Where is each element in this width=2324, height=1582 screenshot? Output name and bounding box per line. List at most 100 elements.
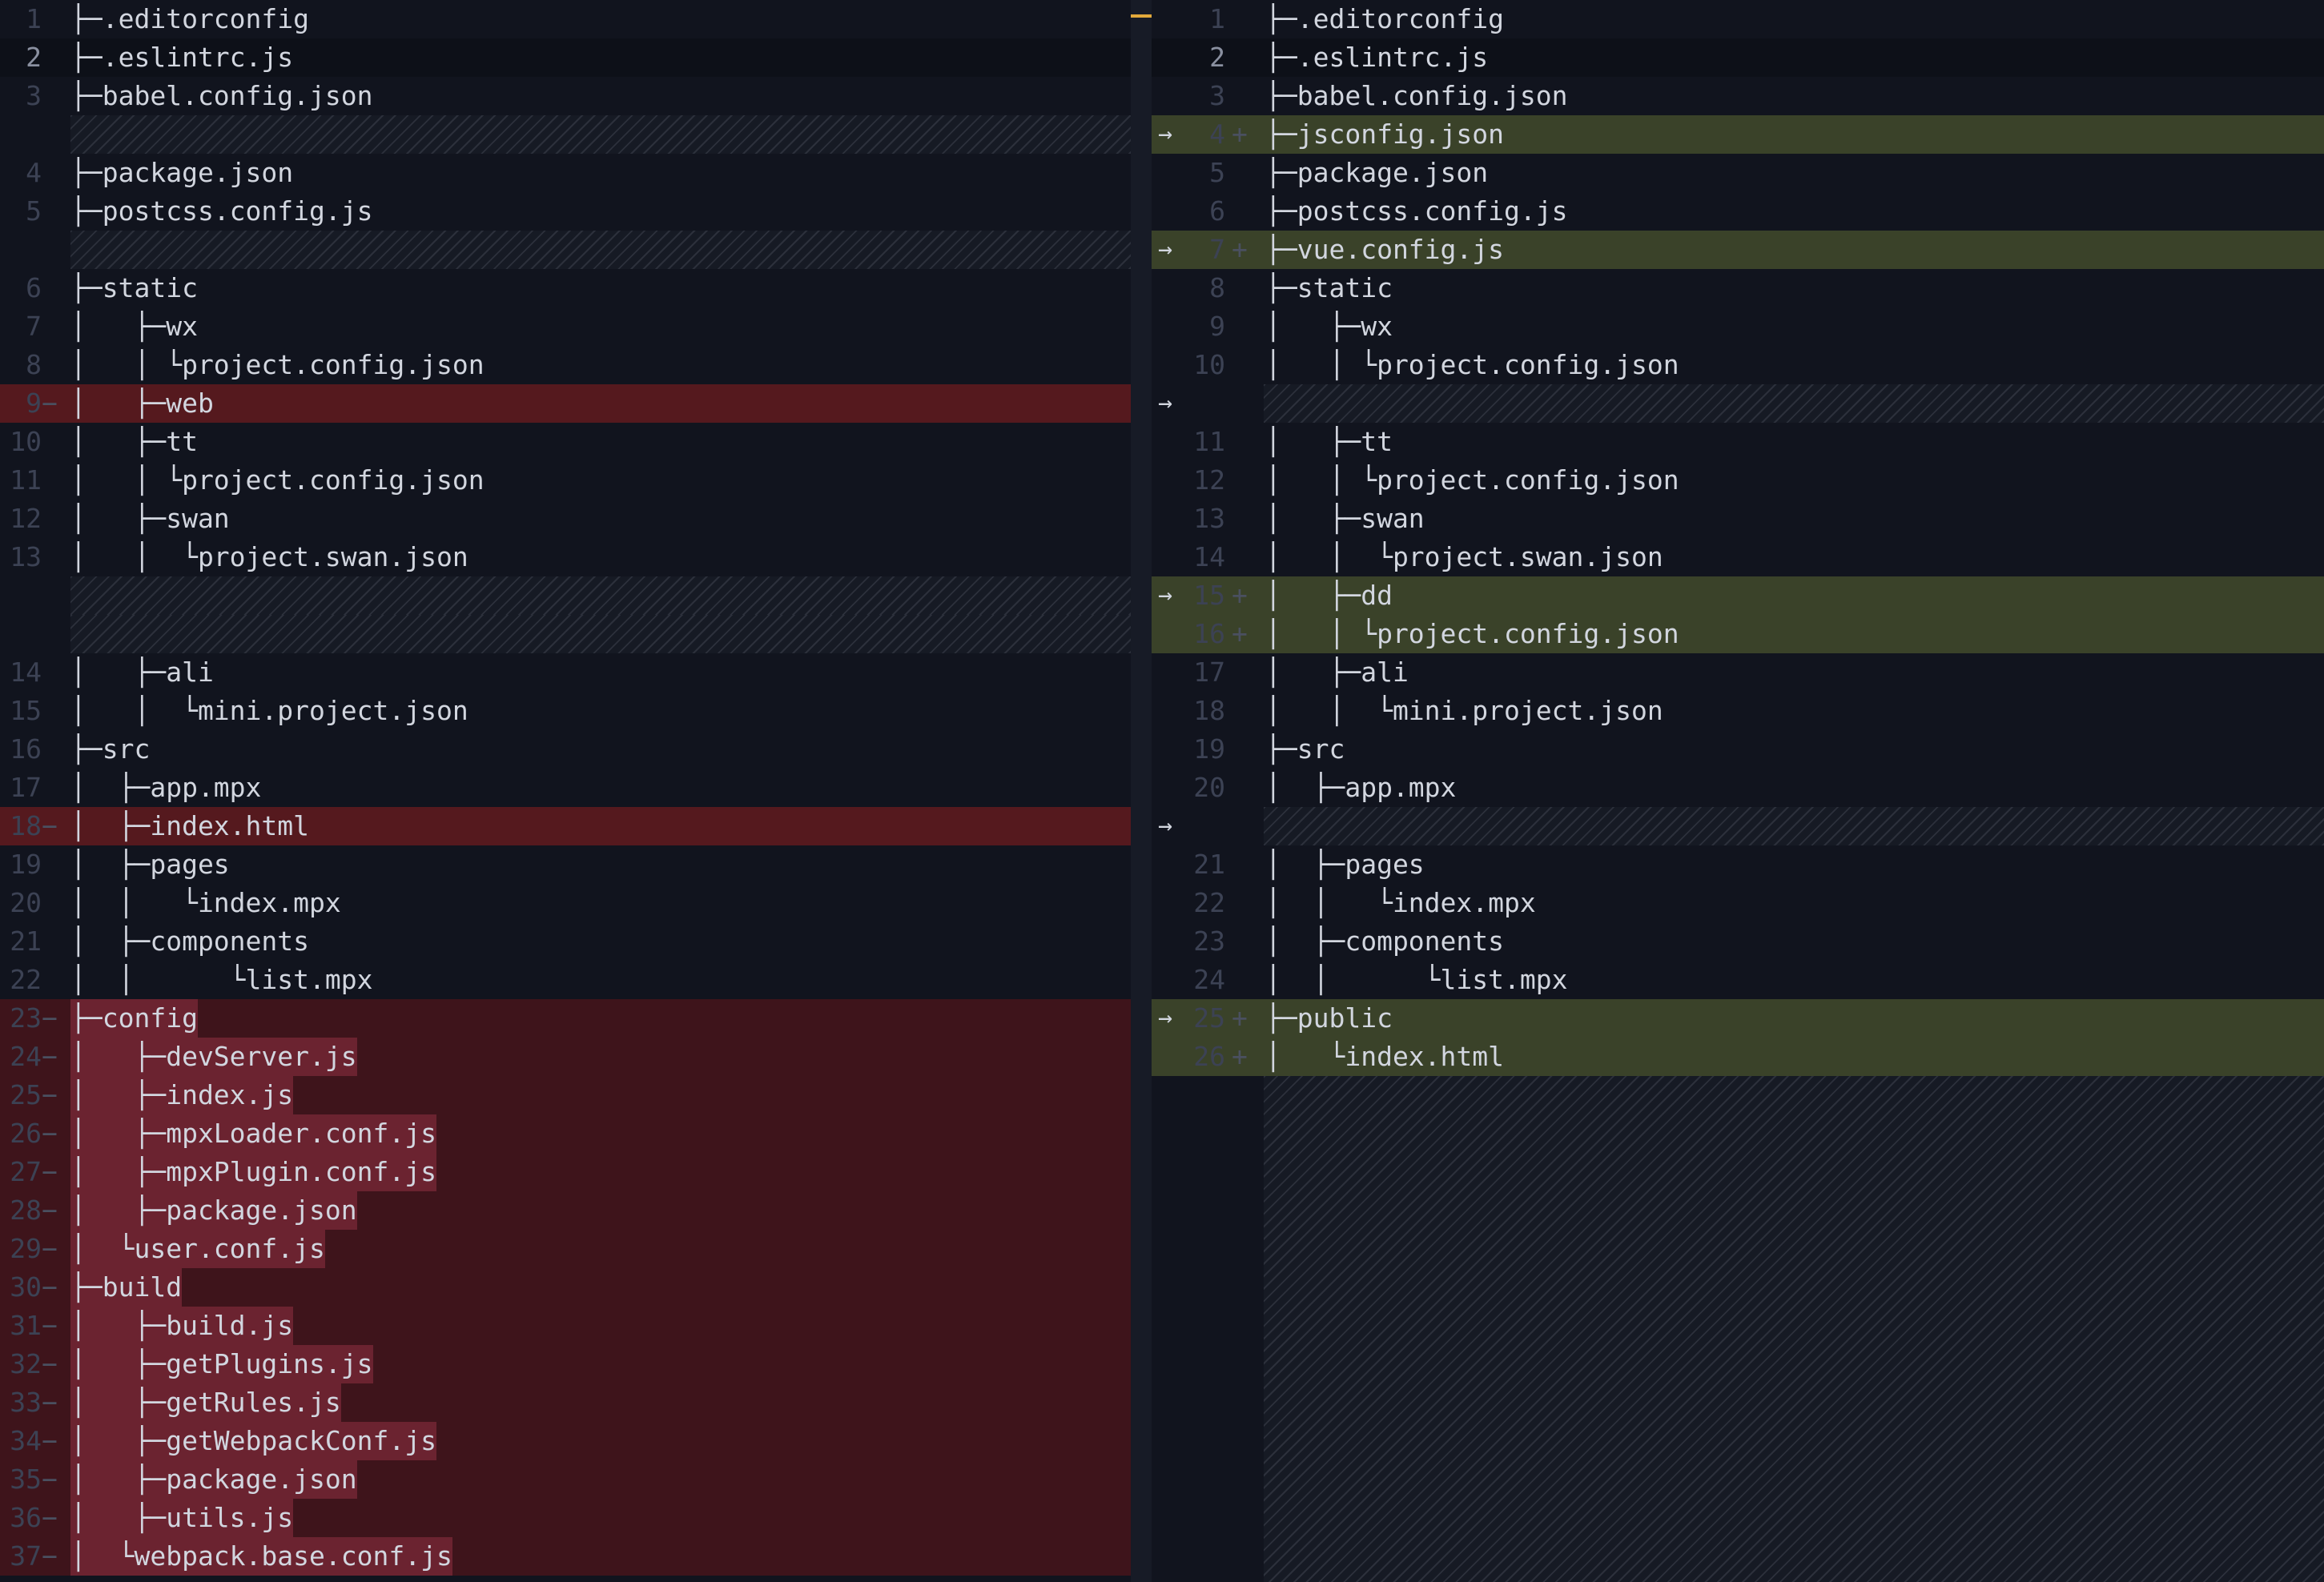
code-text[interactable]: │ ├─web: [70, 384, 214, 423]
code-line[interactable]: 15 │ │ └mini.project.json: [0, 692, 1131, 730]
code-line[interactable]: 14 │ ├─ali: [0, 653, 1131, 692]
revert-arrow-icon[interactable]: →: [1158, 231, 1172, 269]
removed-line[interactable]: 28− │ ├─package.json: [0, 1191, 1131, 1230]
added-line[interactable]: 7 + ├─vue.config.js: [1152, 231, 2324, 269]
removed-line[interactable]: 29− │ └user.conf.js: [0, 1230, 1131, 1268]
code-text[interactable]: │ ├─mpxLoader.conf.js: [70, 1114, 436, 1153]
code-text[interactable]: │ ├─components: [1265, 922, 1504, 961]
code-line[interactable]: 17 │ ├─app.mpx: [0, 769, 1131, 807]
code-text[interactable]: │ ├─wx: [70, 307, 198, 346]
code-line[interactable]: 10 │ │ └project.config.json: [1152, 346, 2324, 384]
code-text[interactable]: │ ├─build.js: [70, 1307, 294, 1345]
code-text[interactable]: │ ├─mpxPlugin.conf.js: [70, 1153, 436, 1191]
removed-line[interactable]: 31− │ ├─build.js: [0, 1307, 1131, 1345]
removed-line[interactable]: 32− │ ├─getPlugins.js: [0, 1345, 1131, 1383]
code-line[interactable]: 1 ├─.editorconfig: [0, 0, 1131, 38]
code-line[interactable]: 6 ├─postcss.config.js: [1152, 192, 2324, 231]
code-line[interactable]: 12 │ │ └project.config.json: [1152, 461, 2324, 500]
code-line[interactable]: 8 ├─static: [1152, 269, 2324, 307]
code-text[interactable]: │ ├─swan: [70, 500, 230, 538]
code-line[interactable]: 4 ├─package.json: [0, 154, 1131, 192]
code-text[interactable]: │ ├─getRules.js: [70, 1383, 341, 1422]
code-text[interactable]: ├─public: [1265, 999, 1393, 1038]
code-text[interactable]: │ │ └project.config.json: [70, 346, 485, 384]
code-text[interactable]: │ │ └mini.project.json: [1265, 692, 1663, 730]
code-text[interactable]: │ ├─index.js: [70, 1076, 294, 1114]
code-text[interactable]: ├─.eslintrc.js: [1265, 38, 1488, 77]
removed-line[interactable]: 34− │ ├─getWebpackConf.js: [0, 1422, 1131, 1460]
code-text[interactable]: ├─static: [1265, 269, 1393, 307]
code-text[interactable]: │ ├─ali: [1265, 653, 1409, 692]
added-line[interactable]: 26 + │ └index.html: [1152, 1038, 2324, 1076]
code-line[interactable]: 12 │ ├─swan: [0, 500, 1131, 538]
code-text[interactable]: │ │ └project.swan.json: [70, 538, 468, 576]
scrollbar-track[interactable]: [1131, 0, 1152, 1582]
code-text[interactable]: │ ├─package.json: [70, 1460, 357, 1499]
code-text[interactable]: │ ├─package.json: [70, 1191, 357, 1230]
code-text[interactable]: │ ├─ali: [70, 653, 214, 692]
code-text[interactable]: ├─src: [1265, 730, 1345, 769]
code-text[interactable]: ├─.editorconfig: [1265, 0, 1504, 38]
code-line[interactable]: 5 ├─postcss.config.js: [0, 192, 1131, 231]
code-line[interactable]: 6 ├─static: [0, 269, 1131, 307]
removed-line[interactable]: 18− │ ├─index.html: [0, 807, 1131, 845]
code-line[interactable]: 16 ├─src: [0, 730, 1131, 769]
code-text[interactable]: ├─src: [70, 730, 150, 769]
code-text[interactable]: │ │ └project.config.json: [1265, 615, 1679, 653]
removed-line[interactable]: 9− │ ├─web: [0, 384, 1131, 423]
code-text[interactable]: │ ├─app.mpx: [70, 769, 261, 807]
code-line[interactable]: 21 │ ├─pages: [1152, 845, 2324, 884]
code-text[interactable]: │ ├─app.mpx: [1265, 769, 1456, 807]
removed-line[interactable]: 30− ├─build: [0, 1268, 1131, 1307]
code-text[interactable]: ├─package.json: [1265, 154, 1488, 192]
code-text[interactable]: │ │ └mini.project.json: [70, 692, 468, 730]
code-text[interactable]: ├─package.json: [70, 154, 293, 192]
code-text[interactable]: │ ├─tt: [70, 423, 198, 461]
removed-line[interactable]: 37− │ └webpack.base.conf.js: [0, 1537, 1131, 1576]
code-line[interactable]: 3 ├─babel.config.json: [1152, 77, 2324, 115]
revert-arrow-button[interactable]: →: [1152, 384, 1200, 423]
code-line[interactable]: 19 │ ├─pages: [0, 845, 1131, 884]
revert-arrow-button[interactable]: →: [1152, 231, 1200, 269]
revert-arrow-icon[interactable]: →: [1158, 384, 1172, 423]
code-line[interactable]: 22 │ │ └list.mpx: [0, 961, 1131, 999]
code-text[interactable]: ├─static: [70, 269, 198, 307]
code-line[interactable]: 9 │ ├─wx: [1152, 307, 2324, 346]
code-text[interactable]: │ │ └project.swan.json: [1265, 538, 1663, 576]
code-text[interactable]: ├─postcss.config.js: [1265, 192, 1568, 231]
code-text[interactable]: │ ├─components: [70, 922, 309, 961]
code-line[interactable]: 23 │ ├─components: [1152, 922, 2324, 961]
code-text[interactable]: ├─config: [70, 999, 198, 1038]
added-line[interactable]: 15 + │ ├─dd: [1152, 576, 2324, 615]
code-line[interactable]: 3 ├─babel.config.json: [0, 77, 1131, 115]
code-text[interactable]: ├─vue.config.js: [1265, 231, 1504, 269]
code-text[interactable]: │ ├─getWebpackConf.js: [70, 1422, 436, 1460]
code-line[interactable]: 20 │ ├─app.mpx: [1152, 769, 2324, 807]
code-text[interactable]: │ ├─utils.js: [70, 1499, 294, 1537]
code-line[interactable]: 14 │ │ └project.swan.json: [1152, 538, 2324, 576]
code-line[interactable]: 18 │ │ └mini.project.json: [1152, 692, 2324, 730]
code-line[interactable]: 11 │ │ └project.config.json: [0, 461, 1131, 500]
revert-arrow-icon[interactable]: →: [1158, 807, 1172, 845]
code-text[interactable]: │ └index.html: [1265, 1038, 1504, 1076]
code-line[interactable]: 11 │ ├─tt: [1152, 423, 2324, 461]
revert-arrow-button[interactable]: →: [1152, 807, 1200, 845]
diff-pane-original[interactable]: 1 ├─.editorconfig 2 ├─.eslintrc.js 3 ├─babel.…: [0, 0, 1152, 1582]
added-line[interactable]: 16 + │ │ └project.config.json: [1152, 615, 2324, 653]
scrollbar-change-marker[interactable]: [1131, 14, 1152, 18]
removed-line[interactable]: 24− │ ├─devServer.js: [0, 1038, 1131, 1076]
code-text[interactable]: ├─postcss.config.js: [70, 192, 373, 231]
removed-line[interactable]: 26− │ ├─mpxLoader.conf.js: [0, 1114, 1131, 1153]
code-text[interactable]: ├─.eslintrc.js: [70, 38, 293, 77]
code-text[interactable]: ├─babel.config.json: [1265, 77, 1568, 115]
revert-arrow-button[interactable]: →: [1152, 115, 1200, 154]
code-line[interactable]: 7 │ ├─wx: [0, 307, 1131, 346]
code-line[interactable]: 10 │ ├─tt: [0, 423, 1131, 461]
code-text[interactable]: │ ├─index.html: [70, 807, 309, 845]
code-line[interactable]: 21 │ ├─components: [0, 922, 1131, 961]
code-text[interactable]: │ ├─tt: [1265, 423, 1393, 461]
code-text[interactable]: ├─.editorconfig: [70, 0, 309, 38]
code-line[interactable]: 2 ├─.eslintrc.js: [1152, 38, 2324, 77]
code-text[interactable]: │ └webpack.base.conf.js: [70, 1537, 452, 1576]
code-line[interactable]: 2 ├─.eslintrc.js: [0, 38, 1131, 77]
